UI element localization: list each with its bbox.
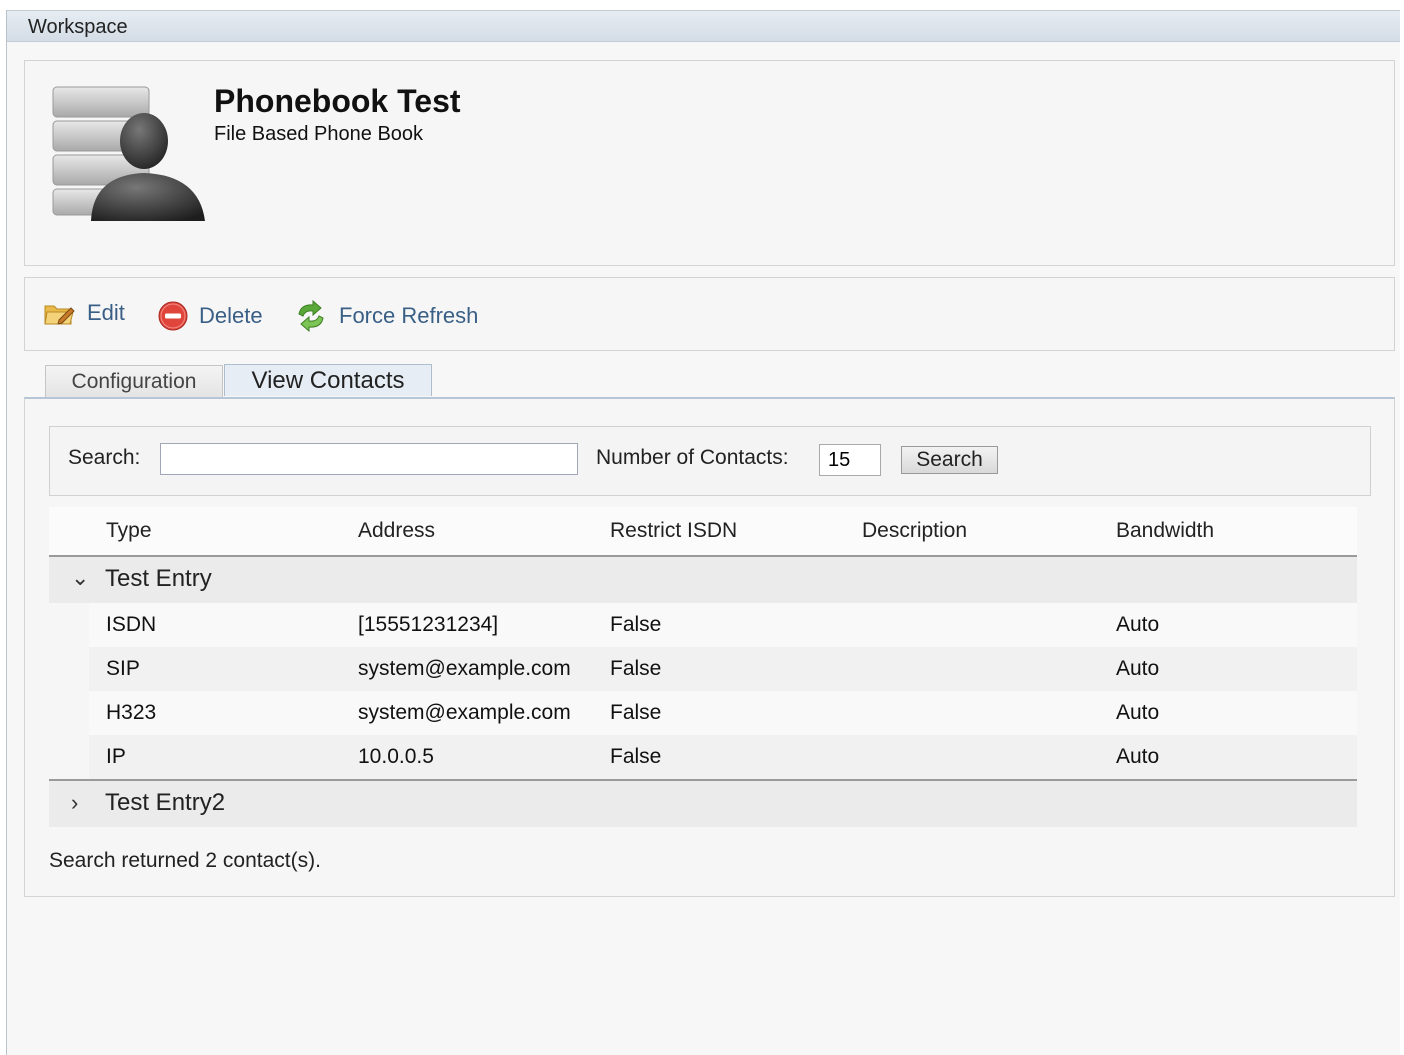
- group-row-test-entry[interactable]: ⌄ Test Entry: [49, 557, 1357, 603]
- column-header-restrict-isdn[interactable]: Restrict ISDN: [610, 519, 737, 543]
- table-row[interactable]: SIP system@example.com False Auto: [89, 647, 1357, 691]
- contacts-grid: Type Address Restrict ISDN Description B…: [49, 507, 1357, 827]
- phonebook-contact-icon: [52, 86, 205, 221]
- column-header-description[interactable]: Description: [862, 519, 967, 543]
- cell-restrict-isdn: False: [610, 701, 662, 724]
- number-of-contacts-label: Number of Contacts:: [596, 446, 789, 469]
- chevron-right-icon[interactable]: ›: [71, 790, 78, 816]
- cell-bandwidth: Auto: [1116, 745, 1160, 768]
- refresh-arrows-icon: [298, 300, 324, 332]
- cell-address: system@example.com: [358, 657, 571, 680]
- group-row-test-entry2[interactable]: › Test Entry2: [49, 781, 1357, 827]
- column-header-type[interactable]: Type: [106, 519, 152, 543]
- cell-restrict-isdn: False: [610, 745, 662, 768]
- search-panel: Search: Number of Contacts: Search: [49, 426, 1371, 496]
- cell-address: system@example.com: [358, 701, 571, 724]
- table-row[interactable]: IP 10.0.0.5 False Auto: [89, 735, 1357, 779]
- table-row[interactable]: H323 system@example.com False Auto: [89, 691, 1357, 735]
- cell-restrict-isdn: False: [610, 657, 662, 680]
- column-header-address[interactable]: Address: [358, 519, 435, 543]
- cell-address: 10.0.0.5: [358, 745, 434, 768]
- delete-button[interactable]: Delete: [157, 300, 263, 332]
- tab-view-contacts[interactable]: View Contacts: [224, 364, 432, 396]
- grid-header: Type Address Restrict ISDN Description B…: [49, 507, 1357, 557]
- number-of-contacts-input[interactable]: [819, 444, 881, 476]
- delete-label: Delete: [199, 303, 263, 328]
- cell-type: IP: [106, 745, 126, 768]
- edit-label: Edit: [87, 300, 125, 325]
- actions-toolbar: Edit Delete Force Refresh: [24, 277, 1395, 351]
- group-name: Test Entry: [105, 565, 212, 592]
- folder-edit-icon: [44, 305, 75, 325]
- group-rows: ISDN [15551231234] False Auto SIP system…: [89, 603, 1357, 779]
- search-status-text: Search returned 2 contact(s).: [49, 849, 321, 872]
- edit-button[interactable]: Edit: [43, 300, 125, 326]
- cell-address: [15551231234]: [358, 613, 499, 636]
- cell-bandwidth: Auto: [1116, 657, 1160, 680]
- cell-type: SIP: [106, 657, 140, 680]
- force-refresh-label: Force Refresh: [339, 303, 479, 328]
- search-button[interactable]: Search: [901, 446, 998, 474]
- view-contacts-panel: Search: Number of Contacts: Search Type …: [24, 397, 1395, 897]
- cell-bandwidth: Auto: [1116, 613, 1160, 636]
- search-input[interactable]: [160, 443, 578, 475]
- cell-restrict-isdn: False: [610, 613, 662, 636]
- cell-bandwidth: Auto: [1116, 701, 1160, 724]
- phonebook-info-panel: Phonebook Test File Based Phone Book: [24, 60, 1395, 266]
- phonebook-type: File Based Phone Book: [214, 123, 424, 145]
- table-row[interactable]: ISDN [15551231234] False Auto: [89, 603, 1357, 647]
- chevron-down-icon[interactable]: ⌄: [71, 565, 89, 591]
- delete-circle-icon: [158, 301, 188, 331]
- group-name: Test Entry2: [105, 789, 226, 816]
- workspace-header: Workspace: [7, 10, 1400, 42]
- cell-type: ISDN: [106, 613, 157, 636]
- search-label: Search:: [68, 446, 141, 469]
- cell-type: H323: [106, 701, 157, 724]
- force-refresh-button[interactable]: Force Refresh: [293, 300, 478, 332]
- phonebook-title: Phonebook Test: [214, 83, 461, 119]
- column-header-bandwidth[interactable]: Bandwidth: [1116, 519, 1214, 543]
- tab-configuration[interactable]: Configuration: [45, 365, 223, 397]
